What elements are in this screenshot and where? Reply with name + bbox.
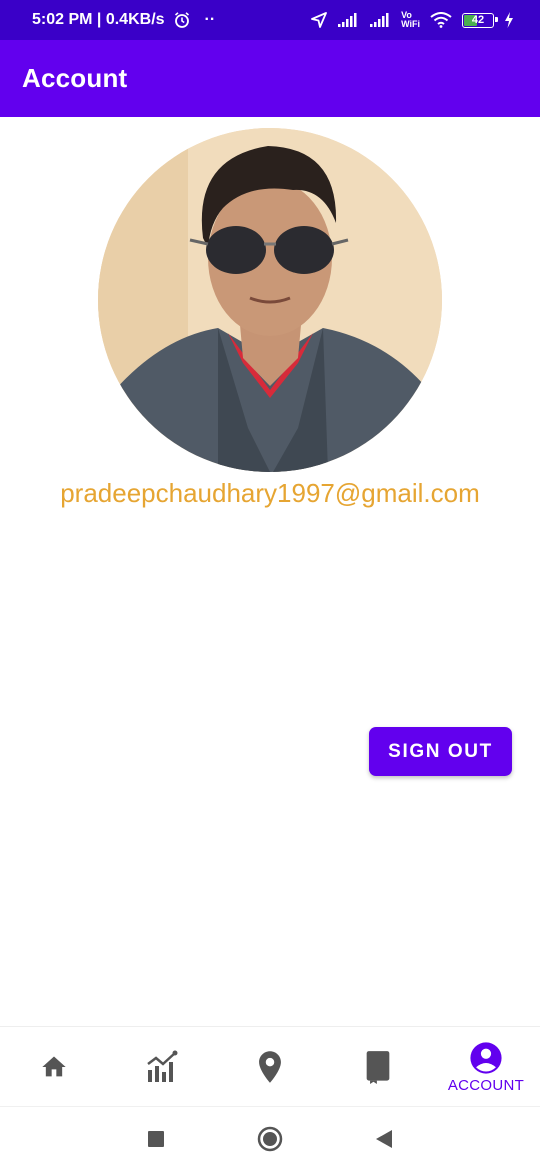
nav-item-book[interactable] bbox=[324, 1027, 432, 1107]
home-button-icon[interactable] bbox=[257, 1126, 283, 1152]
nav-item-home[interactable] bbox=[0, 1027, 108, 1107]
nav-item-chart[interactable] bbox=[108, 1027, 216, 1107]
signal-icon bbox=[338, 13, 357, 27]
status-time: 5:02 PM | 0.4KB/s bbox=[32, 11, 165, 28]
nav-item-account[interactable]: ACCOUNT bbox=[432, 1027, 540, 1107]
sign-out-button[interactable]: SIGN OUT bbox=[369, 727, 512, 776]
signal-icon bbox=[370, 13, 389, 27]
account-icon bbox=[470, 1041, 502, 1074]
book-icon bbox=[366, 1051, 390, 1084]
status-right: Vo WiFi 42 bbox=[311, 11, 514, 29]
home-icon bbox=[42, 1056, 66, 1077]
status-dots: ·· bbox=[204, 11, 216, 28]
battery-icon: 42 bbox=[462, 12, 498, 28]
system-navigation-bar bbox=[0, 1106, 540, 1171]
charging-icon bbox=[505, 12, 513, 28]
bottom-navigation: ACCOUNT bbox=[0, 1026, 540, 1107]
user-email: pradeepchaudhary1997@gmail.com bbox=[60, 478, 480, 508]
navigation-icon bbox=[311, 12, 327, 28]
chart-icon bbox=[147, 1050, 178, 1082]
profile-avatar bbox=[98, 128, 442, 472]
status-bar: 5:02 PM | 0.4KB/s ·· Vo WiFi 42 bbox=[0, 0, 540, 40]
recents-icon[interactable] bbox=[147, 1130, 165, 1148]
alarm-icon bbox=[174, 12, 189, 28]
vowifi-label-bottom: WiFi bbox=[401, 19, 420, 29]
battery-level: 42 bbox=[471, 14, 485, 26]
nav-item-location[interactable] bbox=[216, 1027, 324, 1107]
nav-label-account: ACCOUNT bbox=[447, 1076, 525, 1094]
back-icon[interactable] bbox=[375, 1129, 393, 1149]
app-bar: Account bbox=[0, 40, 540, 117]
vowifi-icon: Vo WiFi bbox=[401, 11, 420, 29]
wifi-icon bbox=[430, 12, 452, 28]
page-title: Account bbox=[22, 63, 128, 93]
location-pin-icon bbox=[259, 1051, 281, 1083]
status-left: 5:02 PM | 0.4KB/s ·· bbox=[32, 11, 215, 29]
profile-photo bbox=[98, 128, 442, 472]
